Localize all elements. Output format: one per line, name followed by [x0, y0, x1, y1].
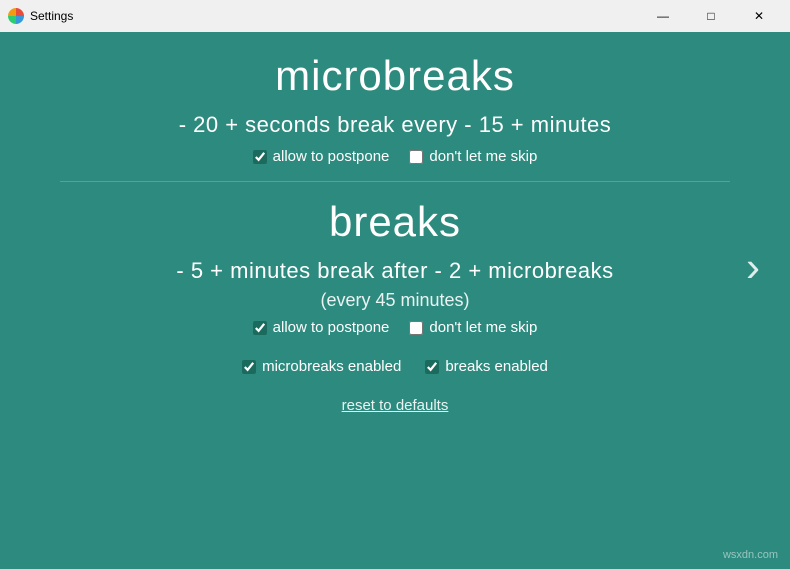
microbreaks-skip-checkbox[interactable] [409, 150, 423, 164]
minimize-button[interactable]: — [640, 0, 686, 32]
reset-button[interactable]: reset to defaults [342, 397, 449, 414]
title-bar-title: Settings [30, 9, 73, 23]
breaks-skip-label: don't let me skip [429, 319, 537, 336]
breaks-subnote: (every 45 minutes) [60, 290, 730, 311]
microbreaks-section: microbreaks - 20 + seconds break every -… [60, 52, 730, 165]
microbreaks-skip-group[interactable]: don't let me skip [409, 148, 537, 165]
breaks-config: - 5 + minutes break after - 2 + microbre… [60, 258, 730, 284]
breaks-postpone-checkbox[interactable] [253, 321, 267, 335]
title-bar-controls: — □ ✕ [640, 0, 782, 32]
title-bar-left: Settings [8, 8, 73, 24]
settings-icon [8, 8, 24, 24]
breaks-skip-group[interactable]: don't let me skip [409, 319, 537, 336]
maximize-button[interactable]: □ [688, 0, 734, 32]
microbreaks-controls: allow to postpone don't let me skip [60, 148, 730, 165]
microbreaks-postpone-checkbox[interactable] [253, 150, 267, 164]
title-bar: Settings — □ ✕ [0, 0, 790, 32]
breaks-section: breaks - 5 + minutes break after - 2 + m… [60, 198, 730, 336]
breaks-enabled-checkbox[interactable] [425, 360, 439, 374]
close-button[interactable]: ✕ [736, 0, 782, 32]
microbreaks-postpone-group[interactable]: allow to postpone [253, 148, 390, 165]
microbreaks-enabled-group[interactable]: microbreaks enabled [242, 358, 401, 375]
microbreaks-enabled-label: microbreaks enabled [262, 358, 401, 375]
watermark: wsxdn.com [723, 549, 778, 561]
breaks-skip-checkbox[interactable] [409, 321, 423, 335]
microbreaks-title: microbreaks [60, 52, 730, 100]
breaks-enabled-label: breaks enabled [445, 358, 548, 375]
microbreaks-postpone-label: allow to postpone [273, 148, 390, 165]
microbreaks-enabled-checkbox[interactable] [242, 360, 256, 374]
reset-row: reset to defaults [60, 397, 730, 415]
breaks-chevron[interactable]: › [746, 246, 760, 288]
section-divider [60, 181, 730, 182]
breaks-controls: allow to postpone don't let me skip [60, 319, 730, 336]
microbreaks-config: - 20 + seconds break every - 15 + minute… [60, 112, 730, 138]
microbreaks-skip-label: don't let me skip [429, 148, 537, 165]
breaks-title: breaks [60, 198, 730, 246]
enabled-row: microbreaks enabled breaks enabled [60, 358, 730, 375]
breaks-postpone-group[interactable]: allow to postpone [253, 319, 390, 336]
main-content: microbreaks - 20 + seconds break every -… [0, 32, 790, 435]
breaks-enabled-group[interactable]: breaks enabled [425, 358, 548, 375]
breaks-postpone-label: allow to postpone [273, 319, 390, 336]
